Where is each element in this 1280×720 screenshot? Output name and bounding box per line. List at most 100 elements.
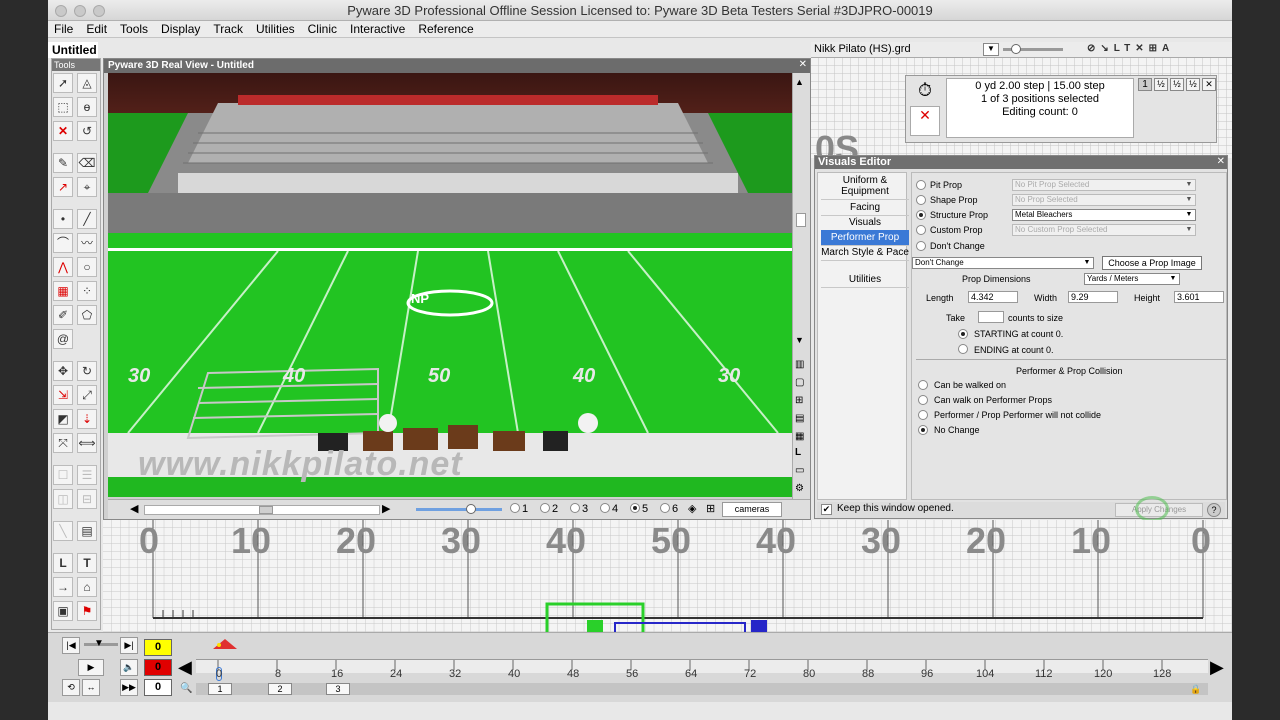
book-icon[interactable]: ▤ — [77, 521, 97, 541]
half-step-button-3[interactable]: ½ — [1186, 78, 1200, 91]
starting-radio[interactable] — [958, 329, 968, 339]
visuals-editor-close-icon[interactable]: ✕ — [1217, 156, 1225, 167]
length-input[interactable]: 4.342 — [968, 291, 1018, 303]
collision-not-collide-radio[interactable] — [918, 410, 928, 420]
view-box2-icon[interactable]: ▭ — [795, 465, 804, 476]
minimize-window-button[interactable] — [74, 5, 86, 17]
camera-radio-1[interactable] — [510, 503, 520, 516]
arc-tool-icon[interactable]: ⌒ — [53, 233, 73, 253]
menu-reference[interactable]: Reference — [412, 21, 480, 38]
first-page-icon[interactable]: |◀ — [62, 637, 80, 654]
tab-performer-prop[interactable]: Performer Prop — [821, 230, 909, 246]
real-view-close-icon[interactable]: ✕ — [799, 59, 807, 70]
delete-performer-icon[interactable]: ✕ — [53, 121, 73, 141]
scatter-tool-icon[interactable]: ⁘ — [77, 281, 97, 301]
scale-icon[interactable]: ⤢ — [77, 385, 97, 405]
choose-prop-image-button[interactable]: Choose a Prop Image — [1102, 256, 1202, 270]
cameras-button[interactable]: cameras — [722, 502, 782, 517]
page-3[interactable]: 3 — [326, 683, 350, 695]
camera-zoom-slider[interactable] — [416, 504, 502, 514]
last-page-icon[interactable]: ▶| — [120, 637, 138, 654]
scroll-up-icon[interactable]: ▲ — [795, 77, 804, 87]
pencil-icon[interactable]: ✎ — [53, 153, 73, 173]
skew-icon[interactable]: ◩ — [53, 409, 73, 429]
menu-interactive[interactable]: Interactive — [344, 21, 412, 38]
triangle-select-icon[interactable]: ◬ — [77, 73, 97, 93]
pentagon-icon[interactable]: ⬠ — [77, 305, 97, 325]
tab-visuals[interactable]: Visuals — [821, 215, 909, 231]
camera-radio-4[interactable] — [600, 503, 610, 516]
tab-utilities[interactable]: Utilities — [821, 272, 909, 288]
map-pin-icon[interactable]: ⌖ — [77, 177, 97, 197]
stretch-icon[interactable]: ⇲ — [53, 385, 73, 405]
view-gear-icon[interactable]: ⚙ — [795, 483, 804, 494]
block-tool-icon[interactable]: ▦ — [53, 281, 73, 301]
image-icon[interactable]: ▣ — [53, 601, 73, 621]
structure-prop-select[interactable]: Metal Bleachers ▼ — [1012, 209, 1196, 221]
select-arrow-icon[interactable]: ➚ — [53, 73, 73, 93]
collision-walk-on-props-radio[interactable] — [918, 395, 928, 405]
play-icon[interactable]: ▶ — [78, 659, 104, 676]
vertical-scroll-thumb[interactable] — [796, 213, 806, 227]
clear-selection-icon[interactable]: ✕ — [1202, 78, 1216, 91]
grid-file-dropdown[interactable]: ▼ — [983, 43, 999, 56]
take-counts-input[interactable] — [978, 311, 1004, 323]
dot-tool-icon[interactable]: • — [53, 209, 73, 229]
lasso-icon[interactable]: ɵ — [77, 97, 97, 117]
camera-radio-5[interactable] — [630, 503, 640, 516]
page-2[interactable]: 2 — [268, 683, 292, 695]
collision-walked-on-radio[interactable] — [918, 380, 928, 390]
page-1-button[interactable]: 1 — [1138, 78, 1152, 91]
3d-scene[interactable]: NP 30 40 50 40 30 www.nikkpilato.net — [108, 73, 792, 497]
zoom-icon[interactable]: 🔍 — [180, 683, 192, 694]
menu-tools[interactable]: Tools — [114, 21, 155, 38]
zoom-window-button[interactable] — [93, 5, 105, 17]
timeline-prev-icon[interactable]: ◀ — [178, 657, 192, 678]
custom-prop-radio[interactable] — [916, 225, 926, 235]
dont-change-radio[interactable] — [916, 241, 926, 251]
half-step-button-2[interactable]: ½ — [1170, 78, 1184, 91]
shape-prop-radio[interactable] — [916, 195, 926, 205]
range-icon[interactable]: ↔ — [82, 679, 100, 696]
tab-facing[interactable]: Facing — [821, 200, 909, 216]
path-icon[interactable]: ↗ — [53, 177, 73, 197]
L-tool-icon[interactable]: L — [53, 553, 73, 573]
camera-grid-icon[interactable]: ⊞ — [706, 502, 715, 515]
view-stack-icon[interactable]: ▤ — [795, 413, 804, 424]
page-1[interactable]: 1 — [208, 683, 232, 695]
line-tool-icon[interactable]: ╱ — [77, 209, 97, 229]
menu-clinic[interactable]: Clinic — [302, 21, 344, 38]
prop-image-select[interactable]: Don't Change ▼ — [912, 257, 1094, 269]
pen-tool-icon[interactable]: ✐ — [53, 305, 73, 325]
scroll-right-icon[interactable]: ▶ — [382, 502, 390, 515]
menu-file[interactable]: File — [48, 21, 80, 38]
grid-tool-icons[interactable]: ⊘↘LT✕⊞A — [1087, 43, 1230, 56]
lock-icon[interactable]: 🔒 — [1190, 684, 1201, 695]
tab-uniform-equipment[interactable]: Uniform & Equipment — [821, 173, 909, 200]
menu-utilities[interactable]: Utilities — [250, 21, 302, 38]
view-grid-icon[interactable]: ⊞ — [795, 395, 803, 406]
flag-icon[interactable]: ⚑ — [77, 601, 97, 621]
camera-radio-3[interactable] — [570, 503, 580, 516]
count-ruler[interactable] — [196, 659, 1208, 673]
height-input[interactable]: 3.601 — [1174, 291, 1224, 303]
menu-track[interactable]: Track — [207, 21, 250, 38]
width-input[interactable]: 9.29 — [1068, 291, 1118, 303]
sound-icon[interactable]: 🔈 — [120, 659, 138, 676]
ending-radio[interactable] — [958, 344, 968, 354]
horizontal-scroll-track[interactable] — [144, 505, 380, 515]
camera-target-icon[interactable]: ◈ — [688, 502, 696, 515]
arrow-tool-icon[interactable]: → — [53, 577, 73, 597]
grid-zoom-slider[interactable] — [1003, 44, 1063, 54]
playback-speed-slider[interactable]: ▼ — [84, 638, 118, 649]
structure-prop-radio[interactable] — [916, 210, 926, 220]
home-icon[interactable]: ⌂ — [77, 577, 97, 597]
units-select[interactable]: Yards / Meters ▼ — [1084, 273, 1180, 285]
spiral-icon[interactable]: @ — [53, 329, 73, 349]
pit-prop-radio[interactable] — [916, 180, 926, 190]
rotate-icon[interactable]: ↻ — [77, 361, 97, 381]
timeline-next-icon[interactable]: ▶ — [1210, 657, 1224, 678]
history-icon[interactable]: ↺ — [77, 121, 97, 141]
scroll-down-icon[interactable]: ▼ — [795, 335, 804, 345]
view-L-icon[interactable]: L — [795, 447, 801, 458]
